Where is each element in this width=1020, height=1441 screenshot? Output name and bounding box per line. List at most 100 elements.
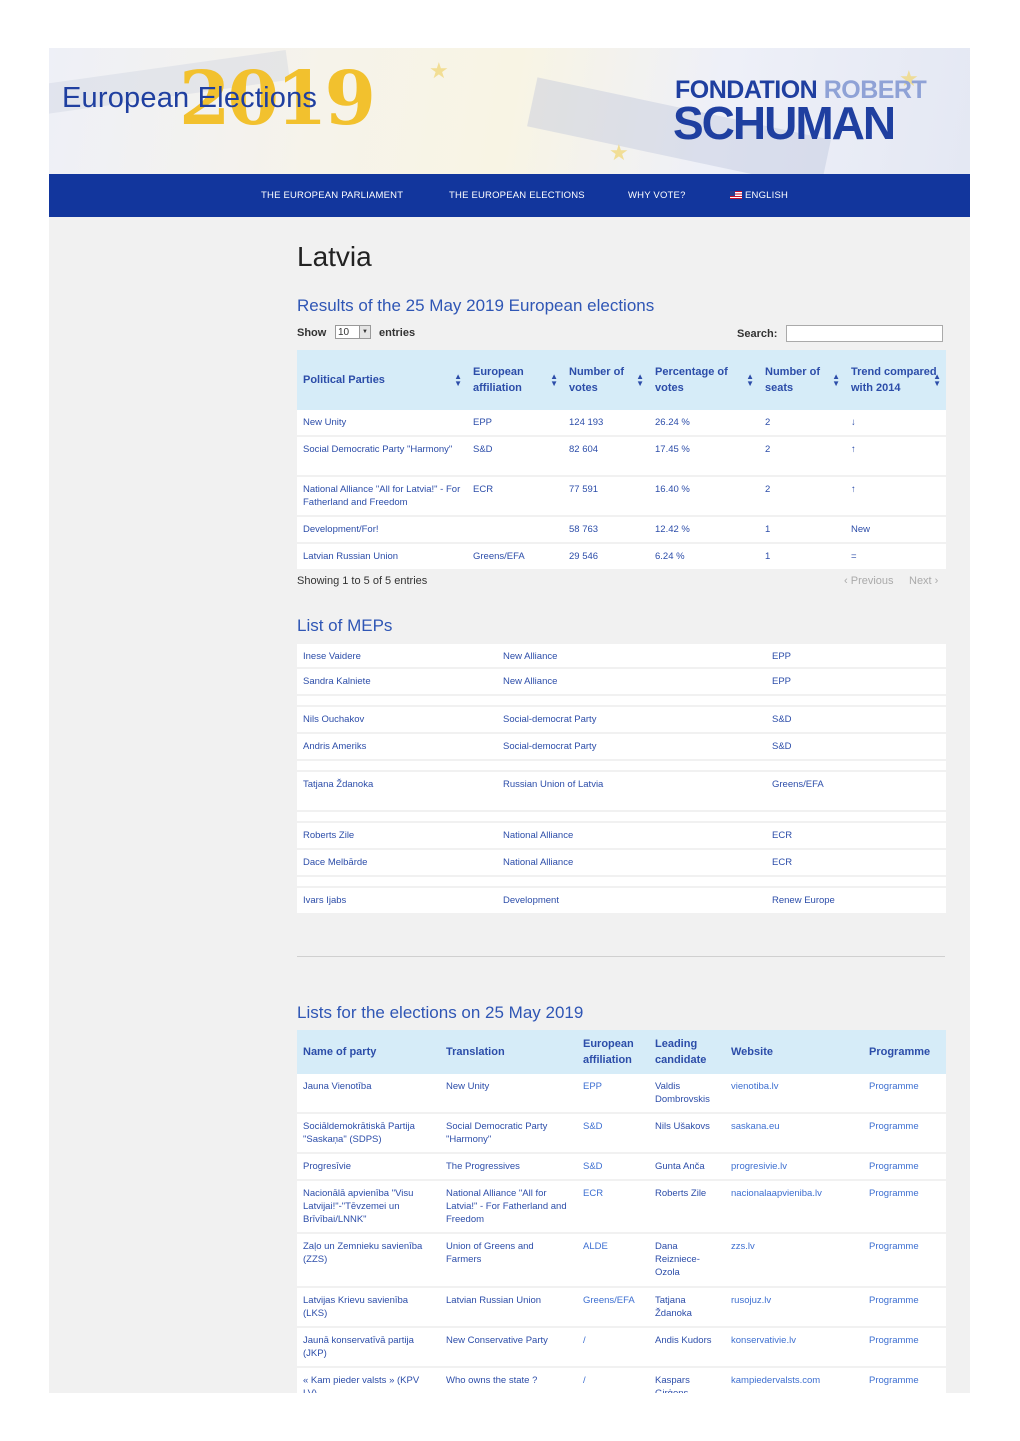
website-link[interactable]: zzs.lv	[725, 1234, 863, 1288]
table-row-spacer	[297, 696, 946, 707]
column-header[interactable]: Political Parties ▲ ▼	[297, 350, 467, 410]
column-header[interactable]: Number of seats ▲ ▼	[759, 350, 845, 410]
table-row: « Kam pieder valsts » (KPV LV) Who owns …	[297, 1368, 946, 1393]
table-cell: /	[577, 1368, 649, 1393]
table-cell: ↓	[845, 410, 946, 437]
table-cell: EPP	[766, 669, 946, 696]
results-heading: Results of the 25 May 2019 European elec…	[297, 296, 655, 315]
table-cell: 17.45 %	[649, 437, 759, 477]
chevron-left-icon: ‹	[844, 575, 851, 587]
table-row: Ivars Ijabs Development Renew Europe	[297, 888, 946, 915]
programme-link[interactable]: Programme	[863, 1328, 946, 1368]
table-cell: Social Democratic Party "Harmony"	[297, 437, 467, 477]
table-cell: Latvijas Krievu savienība (LKS)	[297, 1288, 440, 1328]
sort-icon: ▲ ▼	[550, 372, 558, 388]
table-cell: Andris Ameriks	[297, 734, 497, 761]
nav-item-language[interactable]: ENGLISH	[730, 190, 788, 201]
table-row: Inese Vaidere New Alliance EPP	[297, 644, 946, 669]
search-input[interactable]	[786, 325, 943, 342]
table-cell: Jauna Vienotība	[297, 1074, 440, 1114]
nav-item-european-elections[interactable]: THE EUROPEAN ELECTIONS	[449, 190, 585, 201]
table-cell: ↑	[845, 477, 946, 517]
table-cell: Sandra Kalniete	[297, 669, 497, 696]
table-row: Andris Ameriks Social-democrat Party S&D	[297, 734, 946, 761]
brand-logo-line2[interactable]: SCHUMAN	[673, 100, 896, 146]
us-flag-icon	[730, 191, 742, 199]
table-cell	[467, 517, 563, 544]
table-cell: /	[577, 1328, 649, 1368]
site-title[interactable]: European Elections	[62, 82, 317, 115]
site-banner: ★ ★ ★ 2019 European Elections FONDATION …	[49, 48, 970, 174]
website-link[interactable]: vienotiba.lv	[725, 1074, 863, 1114]
column-header[interactable]: Percentage of votes ▲ ▼	[649, 350, 759, 410]
table-cell: New Conservative Party	[440, 1328, 577, 1368]
table-info: Showing 1 to 5 of 5 entries	[297, 575, 428, 587]
table-cell: ECR	[766, 823, 946, 850]
table-cell: National Alliance	[497, 850, 766, 877]
table-cell: Dana Reizniece-Ozola	[649, 1234, 725, 1288]
pagination-previous[interactable]: ‹ Previous	[844, 575, 894, 587]
table-cell: Development/For!	[297, 517, 467, 544]
entries-select[interactable]: 10 ▼	[335, 325, 371, 339]
table-cell: 58 763	[563, 517, 649, 544]
table-cell: Nils Ouchakov	[297, 707, 497, 734]
entries-label: entries	[379, 327, 416, 339]
table-row: Latvian Russian Union Greens/EFA 29 546 …	[297, 544, 946, 571]
programme-link[interactable]: Programme	[863, 1181, 946, 1234]
table-cell: Tatjana Ždanoka	[297, 772, 497, 812]
table-cell: New Unity	[297, 410, 467, 437]
column-header: Programme	[863, 1030, 946, 1074]
show-label: Show	[297, 327, 327, 339]
table-cell: 2	[759, 477, 845, 517]
programme-link[interactable]: Programme	[863, 1154, 946, 1181]
column-header: Translation	[440, 1030, 577, 1074]
website-link[interactable]: nacionalaapvieniba.lv	[725, 1181, 863, 1234]
website-link[interactable]: konservativie.lv	[725, 1328, 863, 1368]
page-frame: ★ ★ ★ 2019 European Elections FONDATION …	[49, 48, 970, 1393]
sort-icon: ▲ ▼	[746, 372, 754, 388]
website-link[interactable]: progresivie.lv	[725, 1154, 863, 1181]
search-label: Search:	[737, 328, 778, 340]
programme-link[interactable]: Programme	[863, 1114, 946, 1154]
table-row: Nils Ouchakov Social-democrat Party S&D	[297, 707, 946, 734]
column-header[interactable]: European affiliation ▲ ▼	[467, 350, 563, 410]
table-cell: ↑	[845, 437, 946, 477]
meps-heading: List of MEPs	[297, 616, 393, 635]
results-table: Political Parties ▲ ▼ European affiliation…	[297, 350, 946, 571]
table-row-spacer	[297, 877, 946, 888]
table-cell: Kaspars Ģirģens	[649, 1368, 725, 1393]
website-link[interactable]: kampiedervalsts.com	[725, 1368, 863, 1393]
table-cell: 29 546	[563, 544, 649, 571]
sort-icon: ▲ ▼	[832, 372, 840, 388]
table-cell: Latvian Russian Union	[440, 1288, 577, 1328]
table-cell: Renew Europe	[766, 888, 946, 915]
table-cell: Inese Vaidere	[297, 644, 497, 669]
nav-item-european-parliament[interactable]: THE EUROPEAN PARLIAMENT	[261, 190, 403, 201]
table-cell: S&D	[766, 707, 946, 734]
table-cell: « Kam pieder valsts » (KPV LV)	[297, 1368, 440, 1393]
pagination-next[interactable]: Next ›	[909, 575, 938, 587]
eu-star-icon: ★	[429, 58, 449, 83]
column-header[interactable]: Trend compared with 2014 ▲ ▼	[845, 350, 946, 410]
table-cell: 82 604	[563, 437, 649, 477]
website-link[interactable]: saskana.eu	[725, 1114, 863, 1154]
table-row: Development/For! 58 763 12.42 % 1 New	[297, 517, 946, 544]
sort-icon: ▲ ▼	[636, 372, 644, 388]
column-header[interactable]: Number of votes ▲ ▼	[563, 350, 649, 410]
programme-link[interactable]: Programme	[863, 1368, 946, 1393]
sort-icon: ▲ ▼	[454, 372, 462, 388]
meps-table: Inese Vaidere New Alliance EPP Sandra Ka…	[297, 644, 946, 915]
table-row-spacer	[297, 761, 946, 772]
table-cell: 77 591	[563, 477, 649, 517]
programme-link[interactable]: Programme	[863, 1234, 946, 1288]
column-header: European affiliation	[577, 1030, 649, 1074]
table-cell: Nils Ušakovs	[649, 1114, 725, 1154]
website-link[interactable]: rusojuz.lv	[725, 1288, 863, 1328]
nav-item-why-vote[interactable]: WHY VOTE?	[628, 190, 686, 201]
programme-link[interactable]: Programme	[863, 1288, 946, 1328]
table-row: Tatjana Ždanoka Russian Union of Latvia …	[297, 772, 946, 812]
table-cell: 2	[759, 437, 845, 477]
table-cell: Greens/EFA	[467, 544, 563, 571]
programme-link[interactable]: Programme	[863, 1074, 946, 1114]
language-label: ENGLISH	[745, 190, 789, 201]
